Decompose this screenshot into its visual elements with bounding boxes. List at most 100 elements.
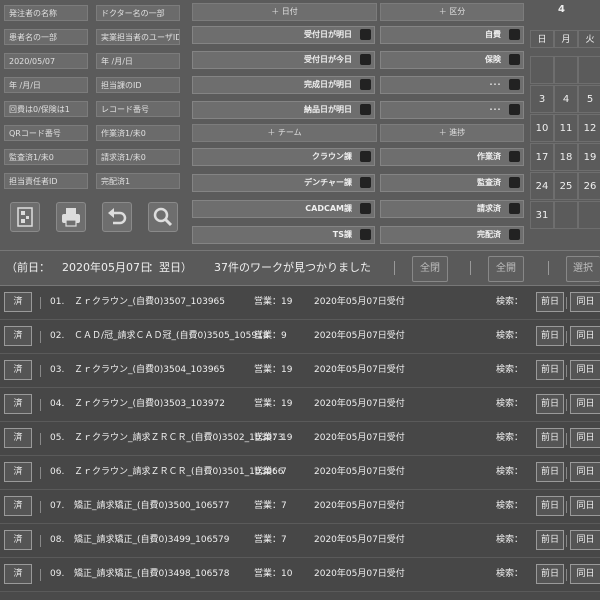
team-group-toggle[interactable]: ＋ チーム <box>192 124 377 142</box>
prev-day-button[interactable]: 前日 <box>536 326 564 346</box>
undo-button[interactable] <box>102 202 132 232</box>
done-button[interactable]: 済 <box>4 292 32 312</box>
calendar-day[interactable]: 11 <box>554 114 578 142</box>
filter-billed[interactable]: 請求済1/未0 <box>96 149 180 165</box>
done-button[interactable]: 済 <box>4 496 32 516</box>
calendar-day[interactable]: 12 <box>578 114 600 142</box>
team-filter-button[interactable]: TS課 <box>192 226 375 244</box>
filter-qr-code[interactable]: QRコード番号 <box>4 125 88 141</box>
select-button[interactable]: 選択 <box>566 256 600 282</box>
table-row[interactable]: 済 03. Ｚｒクラウン_(自費0)3504_103965 営業：19 2020年05月… <box>0 354 600 388</box>
table-row[interactable]: 済 02. ＣＡＤ/冠_請求ＣＡＤ冠_(自費0)3505_105918 営業：9 202… <box>0 320 600 354</box>
filter-payment-type[interactable]: 回費は0/保険は1 <box>4 101 88 117</box>
work-name[interactable]: Ｚｒクラウン_請求ＺＲＣＲ_(自費0)3501_103966 <box>74 456 284 488</box>
table-row[interactable]: 済 04. Ｚｒクラウン_(自費0)3503_103972 営業：19 2020年05月… <box>0 388 600 422</box>
filter-section-id[interactable]: 担当課のID <box>96 77 180 93</box>
work-name[interactable]: 矯正_請求矯正_(自費0)3500_106577 <box>74 490 230 522</box>
qr-scan-button[interactable] <box>10 202 40 232</box>
done-button[interactable]: 済 <box>4 564 32 584</box>
prev-day-button[interactable]: 前日 <box>536 564 564 584</box>
collapse-all-button[interactable]: 全閉 <box>412 256 448 282</box>
filter-patient-name[interactable]: 患者名の一部 <box>4 29 88 45</box>
calendar-day[interactable]: 3 <box>530 85 554 113</box>
filter-date-from[interactable]: 2020/05/07 <box>4 53 88 69</box>
date-filter-button[interactable]: 納品日が明日 <box>192 101 375 119</box>
prev-day-button[interactable]: 前日 <box>536 292 564 312</box>
same-day-button[interactable]: 同日 <box>570 326 600 346</box>
work-name[interactable]: 矯正_請求矯正_(自費0)3499_106579 <box>74 524 230 556</box>
filter-record-number[interactable]: レコード番号 <box>96 101 180 117</box>
calendar-day[interactable]: 25 <box>554 172 578 200</box>
date-filter-button[interactable]: 完成日が明日 <box>192 76 375 94</box>
expand-all-button[interactable]: 全開 <box>488 256 524 282</box>
print-button[interactable] <box>56 202 86 232</box>
work-name[interactable]: 矯正_請求矯正_(自費0)3498_106578 <box>74 558 230 590</box>
calendar-day[interactable]: 24 <box>530 172 554 200</box>
same-day-button[interactable]: 同日 <box>570 292 600 312</box>
prev-day-button[interactable]: 前日 <box>536 394 564 414</box>
same-day-button[interactable]: 同日 <box>570 428 600 448</box>
team-filter-button[interactable]: デンチャー課 <box>192 174 375 192</box>
filter-sales-user-id[interactable]: 実業担当者のユーザID <box>96 29 180 45</box>
date-filter-button[interactable]: 受付日が明日 <box>192 26 375 44</box>
calendar-day[interactable]: 18 <box>554 143 578 171</box>
table-row[interactable]: 済 01. Ｚｒクラウン_(自費0)3507_103965 営業：19 2020年05月… <box>0 286 600 320</box>
table-row[interactable]: 済 06. Ｚｒクラウン_請求ＺＲＣＲ_(自費0)3501_103966 営業：7 20… <box>0 456 600 490</box>
calendar-day[interactable]: 10 <box>530 114 554 142</box>
done-button[interactable]: 済 <box>4 428 32 448</box>
calendar-day[interactable]: 5 <box>578 85 600 113</box>
work-name[interactable]: Ｚｒクラウン_(自費0)3503_103972 <box>74 388 225 420</box>
table-row[interactable]: 済 09. 矯正_請求矯正_(自費0)3498_106578 営業：10 2020年05… <box>0 558 600 592</box>
same-day-button[interactable]: 同日 <box>570 462 600 482</box>
same-day-button[interactable]: 同日 <box>570 564 600 584</box>
progress-filter-button[interactable]: 完配済 <box>380 226 524 244</box>
done-button[interactable]: 済 <box>4 394 32 414</box>
same-day-button[interactable]: 同日 <box>570 530 600 550</box>
date-filter-button[interactable]: 受付日が今日 <box>192 51 375 69</box>
filter-date-2[interactable]: 年 /月/日 <box>96 53 180 69</box>
kubun-group-toggle[interactable]: ＋ 区分 <box>380 3 524 21</box>
table-row[interactable]: 済 05. Ｚｒクラウン_請求ＺＲＣＲ_(自費0)3502_103973 営業：19 2… <box>0 422 600 456</box>
kubun-filter-button[interactable]: ･･･ <box>380 101 524 119</box>
same-day-button[interactable]: 同日 <box>570 496 600 516</box>
progress-filter-button[interactable]: 監査済 <box>380 174 524 192</box>
filter-orderer-name[interactable]: 発注者の名称 <box>4 5 88 21</box>
kubun-filter-button[interactable]: ･･･ <box>380 76 524 94</box>
prev-day-button[interactable]: 前日 <box>536 360 564 380</box>
filter-work-done[interactable]: 作業済1/未0 <box>96 125 180 141</box>
search-button[interactable] <box>148 202 178 232</box>
done-button[interactable]: 済 <box>4 530 32 550</box>
table-row[interactable]: 済 08. 矯正_請求矯正_(自費0)3499_106579 営業：7 2020年05月… <box>0 524 600 558</box>
kubun-filter-button[interactable]: 自費 <box>380 26 524 44</box>
done-button[interactable]: 済 <box>4 360 32 380</box>
prev-day-button[interactable]: 前日 <box>536 462 564 482</box>
calendar-day[interactable]: 17 <box>530 143 554 171</box>
calendar-day[interactable]: 19 <box>578 143 600 171</box>
work-name[interactable]: Ｚｒクラウン_(自費0)3507_103965 <box>74 286 225 318</box>
done-button[interactable]: 済 <box>4 326 32 346</box>
calendar-day[interactable]: 4 <box>554 85 578 113</box>
work-name[interactable]: Ｚｒクラウン_(自費0)3504_103965 <box>74 354 225 386</box>
filter-manager-id[interactable]: 担当責任者ID <box>4 173 88 189</box>
filter-delivered[interactable]: 完配済1 <box>96 173 180 189</box>
next-day-link[interactable]: ：翌日） <box>148 251 192 285</box>
team-filter-button[interactable]: クラウン課 <box>192 148 375 166</box>
team-filter-button[interactable]: CADCAM課 <box>192 200 375 218</box>
done-button[interactable]: 済 <box>4 462 32 482</box>
table-row[interactable]: 済 07. 矯正_請求矯正_(自費0)3500_106577 営業：7 2020年05月… <box>0 490 600 524</box>
work-name[interactable]: ＣＡＤ/冠_請求ＣＡＤ冠_(自費0)3505_105918 <box>74 320 269 352</box>
same-day-button[interactable]: 同日 <box>570 360 600 380</box>
prev-day-button[interactable]: 前日 <box>536 530 564 550</box>
date-group-toggle[interactable]: ＋ 日付 <box>192 3 377 21</box>
progress-filter-button[interactable]: 作業済 <box>380 148 524 166</box>
calendar-day[interactable]: 31 <box>530 201 554 229</box>
prev-day-button[interactable]: 前日 <box>536 428 564 448</box>
work-name[interactable]: Ｚｒクラウン_請求ＺＲＣＲ_(自費0)3502_103973 <box>74 422 284 454</box>
filter-audit-done[interactable]: 監査済1/未0 <box>4 149 88 165</box>
progress-filter-button[interactable]: 請求済 <box>380 200 524 218</box>
prev-day-button[interactable]: 前日 <box>536 496 564 516</box>
filter-date-3[interactable]: 年 /月/日 <box>4 77 88 93</box>
progress-group-toggle[interactable]: ＋ 進捗 <box>380 124 524 142</box>
calendar-day[interactable]: 26 <box>578 172 600 200</box>
kubun-filter-button[interactable]: 保険 <box>380 51 524 69</box>
